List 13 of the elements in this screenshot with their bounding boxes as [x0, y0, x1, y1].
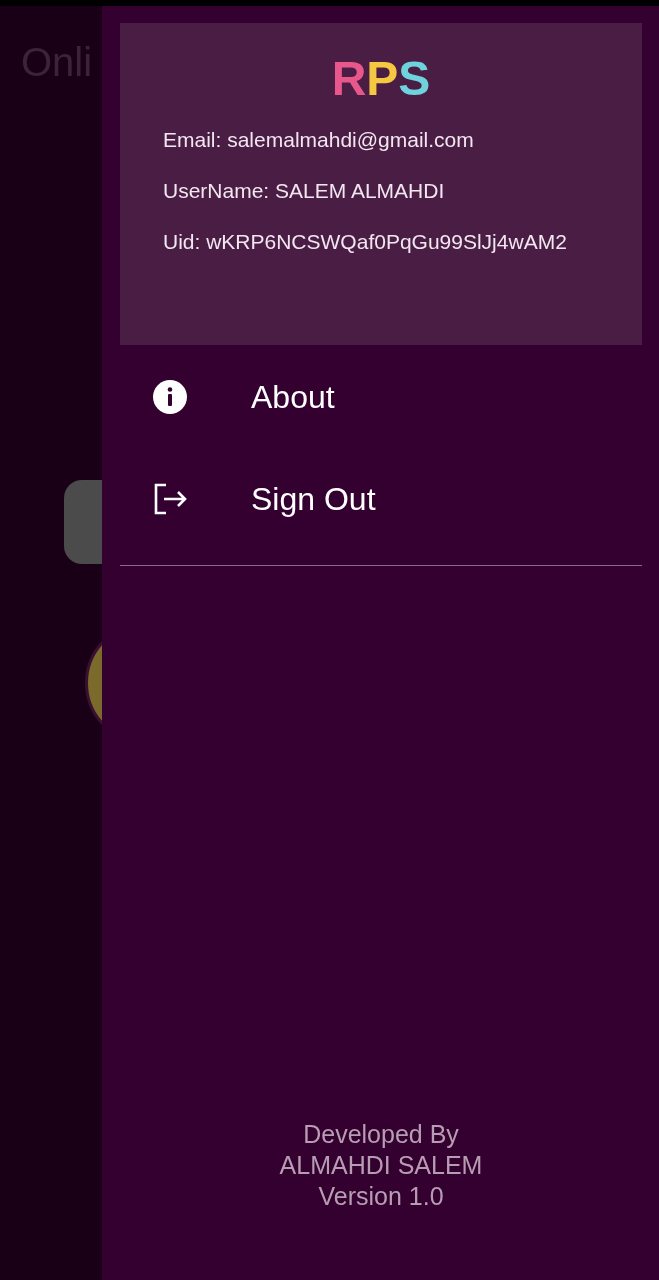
- account-info: UserName: SALEM ALMAHDI: [163, 178, 446, 203]
- info-icon: [152, 379, 188, 415]
- footer-text: Developed By: [303, 1119, 459, 1150]
- menu-item[interactable]: About: [120, 377, 642, 417]
- logo-letter: P: [366, 53, 399, 106]
- account-info: Uid: wKRP6NCSWQaf0PqGu99SlJj4wAM2: [163, 229, 568, 254]
- logo-letter: R: [331, 53, 367, 106]
- menu-item[interactable]: Sign Out: [120, 479, 642, 519]
- sign-out-icon: [152, 481, 188, 517]
- footer-text: ALMAHDI SALEM: [279, 1150, 483, 1181]
- account-info: Email: salemalmahdi@gmail.com: [163, 127, 475, 152]
- logo-letter: S: [398, 53, 431, 106]
- footer-text: Version 1.0: [318, 1181, 444, 1212]
